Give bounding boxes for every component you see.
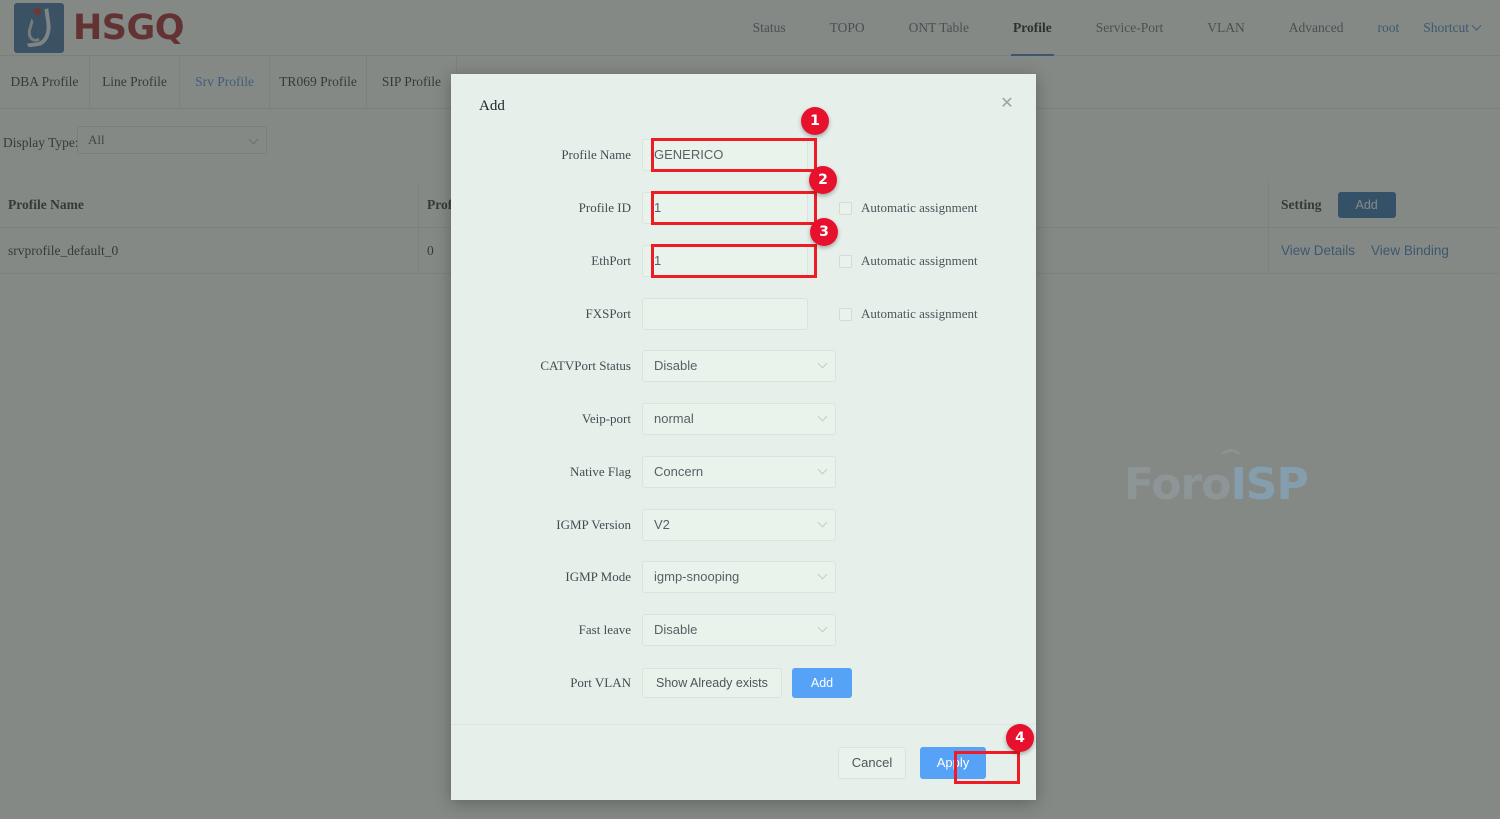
chevron-down-icon [817, 464, 828, 475]
label-igmp-version: IGMP Version [556, 517, 631, 532]
dialog-footer: Cancel Apply [451, 724, 1036, 800]
close-icon[interactable]: ✕ [996, 92, 1018, 114]
label-ethport: EthPort [591, 253, 631, 268]
checkbox-profile-id-auto[interactable] [839, 201, 852, 215]
show-already-exists-button[interactable]: Show Already exists [642, 668, 782, 698]
chevron-down-icon [817, 358, 828, 369]
checkbox-group-ethport-auto[interactable]: Automatic assignment [839, 253, 978, 269]
label-port-vlan: Port VLAN [570, 675, 631, 690]
field-row-profile-name: Profile Name GENERICO [451, 139, 1036, 171]
cancel-button[interactable]: Cancel [838, 746, 906, 779]
checkbox-group-profile-id-auto[interactable]: Automatic assignment [839, 200, 978, 216]
label-profile-name: Profile Name [561, 147, 631, 162]
chevron-down-icon [817, 569, 828, 580]
label-native-flag: Native Flag [569, 464, 631, 479]
label-fxsport-auto: Automatic assignment [861, 306, 978, 321]
label-fast-leave: Fast leave [578, 622, 631, 637]
label-profile-id: Profile ID [578, 200, 631, 215]
value-native-flag: Concern [654, 464, 704, 479]
field-row-igmp-version: IGMP Version V2 [451, 509, 1036, 541]
field-row-profile-id: Profile ID 1 Automatic assignment [451, 192, 1036, 224]
label-veip-port: Veip-port [581, 411, 631, 426]
apply-button[interactable]: Apply [920, 746, 986, 779]
select-igmp-mode[interactable]: igmp-snooping [642, 561, 836, 593]
label-catvport-status: CATVPort Status [540, 358, 631, 373]
checkbox-ethport-auto[interactable] [839, 254, 852, 268]
label-ethport-auto: Automatic assignment [861, 253, 978, 268]
input-profile-name[interactable]: GENERICO [642, 139, 808, 171]
input-profile-id[interactable]: 1 [642, 192, 808, 224]
checkbox-group-fxsport-auto[interactable]: Automatic assignment [839, 306, 978, 322]
add-srv-profile-dialog: Add ✕ ForoISP Profile Name GENERICO Prof… [451, 74, 1309, 800]
field-row-native-flag: Native Flag Concern [451, 456, 1036, 488]
select-igmp-version[interactable]: V2 [642, 509, 836, 541]
input-fxsport[interactable] [642, 298, 808, 330]
port-vlan-add-button[interactable]: Add [791, 668, 853, 698]
value-igmp-version: V2 [654, 517, 670, 532]
checkbox-fxsport-auto[interactable] [839, 307, 852, 321]
chevron-down-icon [817, 411, 828, 422]
field-row-port-vlan: Port VLAN Show Already exists Add [451, 668, 1036, 698]
field-row-igmp-mode: IGMP Mode igmp-snooping [451, 561, 1036, 593]
select-native-flag[interactable]: Concern [642, 456, 836, 488]
label-igmp-mode: IGMP Mode [565, 569, 631, 584]
chevron-down-icon [817, 622, 828, 633]
value-igmp-mode: igmp-snooping [654, 569, 740, 584]
field-row-veip-port: Veip-port normal [451, 403, 1036, 435]
value-fast-leave: Disable [654, 622, 698, 637]
chevron-down-icon [817, 517, 828, 528]
label-fxsport: FXSPort [585, 306, 631, 321]
select-veip-port[interactable]: normal [642, 403, 836, 435]
field-row-fxsport: FXSPort Automatic assignment [451, 298, 1036, 330]
input-ethport[interactable]: 1 [642, 245, 808, 277]
field-row-fast-leave: Fast leave Disable [451, 614, 1036, 646]
value-catvport-status: Disable [654, 358, 698, 373]
dialog-title: Add [479, 98, 505, 114]
field-row-catvport-status: CATVPort Status Disable [451, 350, 1036, 382]
select-fast-leave[interactable]: Disable [642, 614, 836, 646]
label-profile-id-auto: Automatic assignment [861, 200, 978, 215]
value-veip-port: normal [654, 411, 694, 426]
select-catvport-status[interactable]: Disable [642, 350, 836, 382]
field-row-ethport: EthPort 1 Automatic assignment [451, 245, 1036, 277]
